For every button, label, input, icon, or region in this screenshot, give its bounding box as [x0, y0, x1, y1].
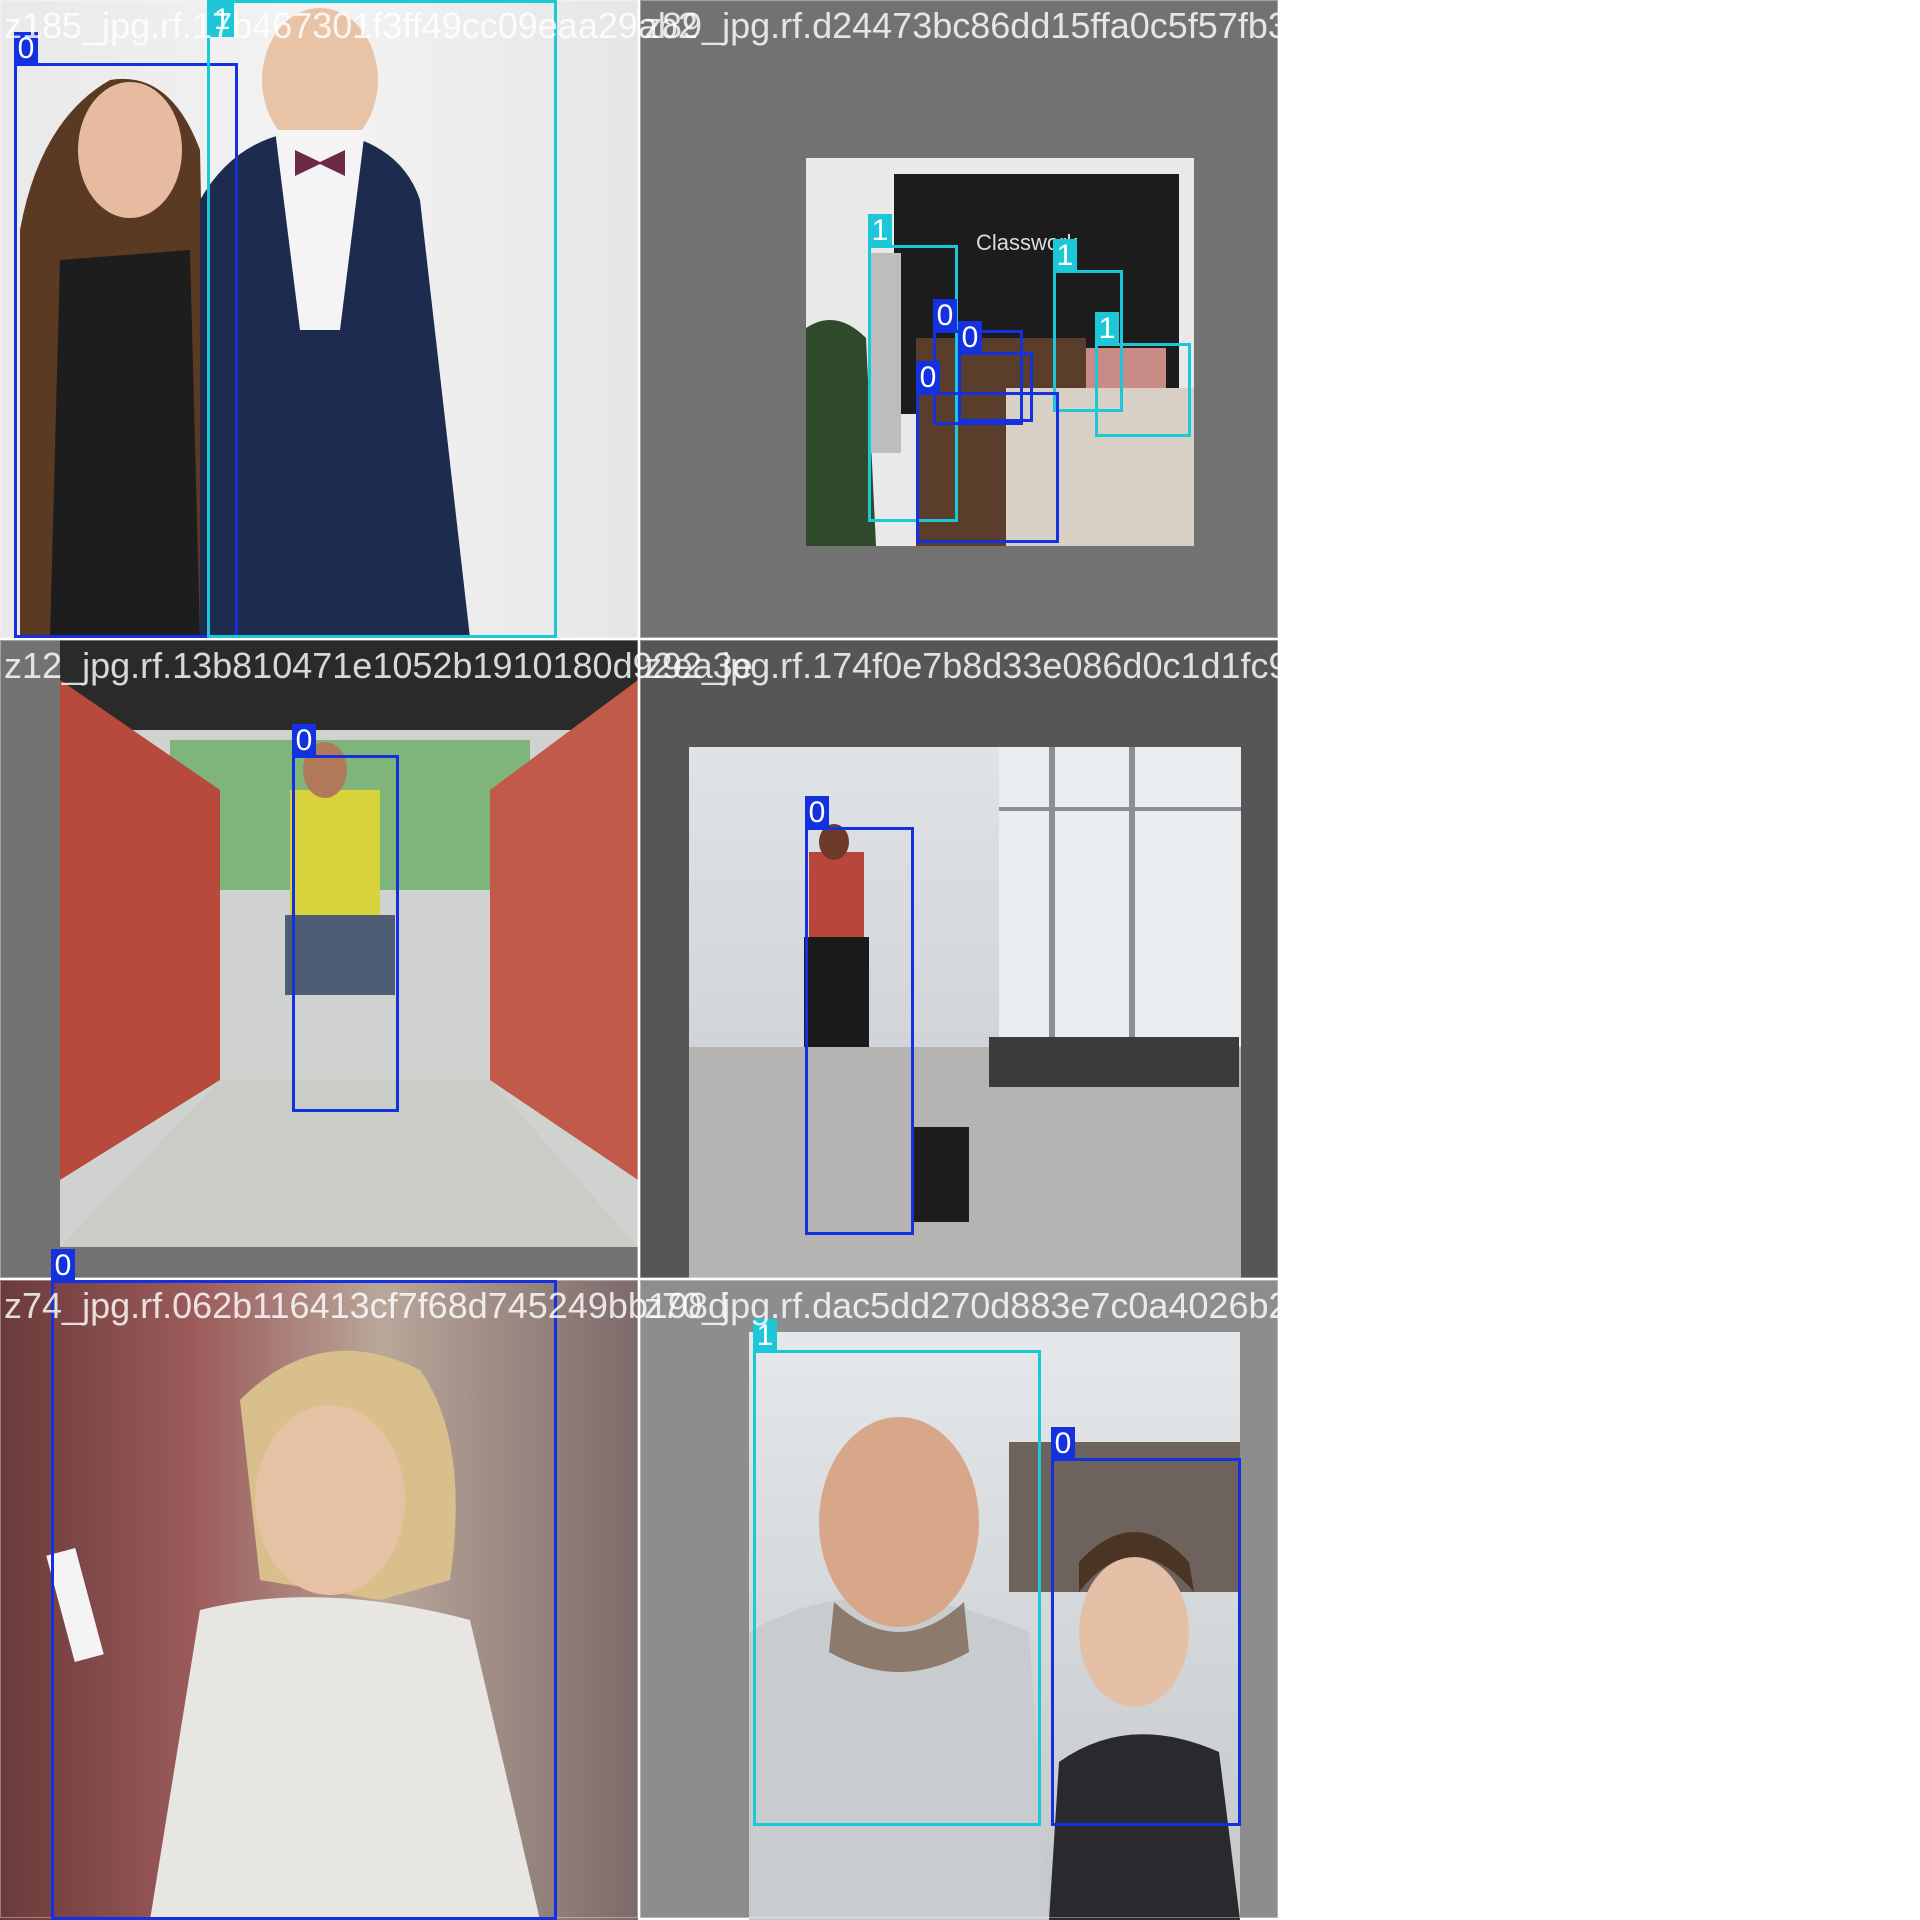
mosaic-cell: 1 0 z70_jpg.rf.dac5dd270d883e7c0a4026b23… [640, 1280, 1367, 1920]
mosaic-cell: 0 z92_jpg.rf.174f0e7b8d33e086d0c1d1fc99e… [640, 640, 1369, 1278]
class-label: 0 [916, 361, 940, 395]
class-label: 0 [958, 321, 982, 355]
bounding-box-person: 1 [1095, 312, 1191, 437]
class-label: 0 [51, 1249, 75, 1283]
mosaic-cell: 0 1 z185_jpg.rf.17b467301f3ff49cc09eaa29… [0, 0, 698, 638]
class-label: 0 [805, 796, 829, 830]
image-caption: z92_jpg.rf.174f0e7b8d33e086d0c1d1fc99e06 [644, 645, 1369, 686]
bounding-box-person: 0 [14, 32, 238, 638]
photo [689, 747, 1241, 1278]
class-label: 0 [933, 299, 957, 333]
bounding-box-person: 0 [1051, 1427, 1241, 1826]
mosaic-cell: Classwork 1 1 1 0 0 0 z89_jpg.rf.d24473b… [640, 0, 1346, 638]
class-label: 1 [868, 214, 892, 248]
class-label: 0 [1051, 1427, 1075, 1461]
bounding-box-person: 1 [207, 0, 557, 638]
image-caption: z89_jpg.rf.d24473bc86dd15ffa0c5f57fb3ca7 [644, 5, 1346, 46]
mosaic-cell: 0 z74_jpg.rf.062b116413cf7f68d745249bb19… [0, 1249, 728, 1920]
bounding-box-person: 0 [805, 796, 914, 1235]
bounding-box-person: 1 [753, 1319, 1041, 1826]
image-caption: z70_jpg.rf.dac5dd270d883e7c0a4026b232c1 [644, 1285, 1367, 1326]
bounding-box-person: 0 [916, 361, 1059, 543]
bounding-box-person: 0 [292, 724, 399, 1112]
image-caption: z12_jpg.rf.13b810471e1052b1910180d92ea3e [4, 645, 753, 686]
scene-illustration [689, 747, 1241, 1278]
class-label: 1 [1095, 312, 1119, 346]
bounding-box-person: 0 [51, 1249, 557, 1920]
class-label: 1 [1053, 239, 1077, 273]
image-caption: z185_jpg.rf.17b467301f3ff49cc09eaa29ab2 [4, 5, 698, 46]
detection-mosaic: 0 1 z185_jpg.rf.17b467301f3ff49cc09eaa29… [0, 0, 1920, 1920]
mosaic-cell: 0 z12_jpg.rf.13b810471e1052b1910180d92ea… [0, 640, 753, 1278]
image-caption: z74_jpg.rf.062b116413cf7f68d745249bb198d [4, 1285, 728, 1326]
class-label: 0 [292, 724, 316, 758]
